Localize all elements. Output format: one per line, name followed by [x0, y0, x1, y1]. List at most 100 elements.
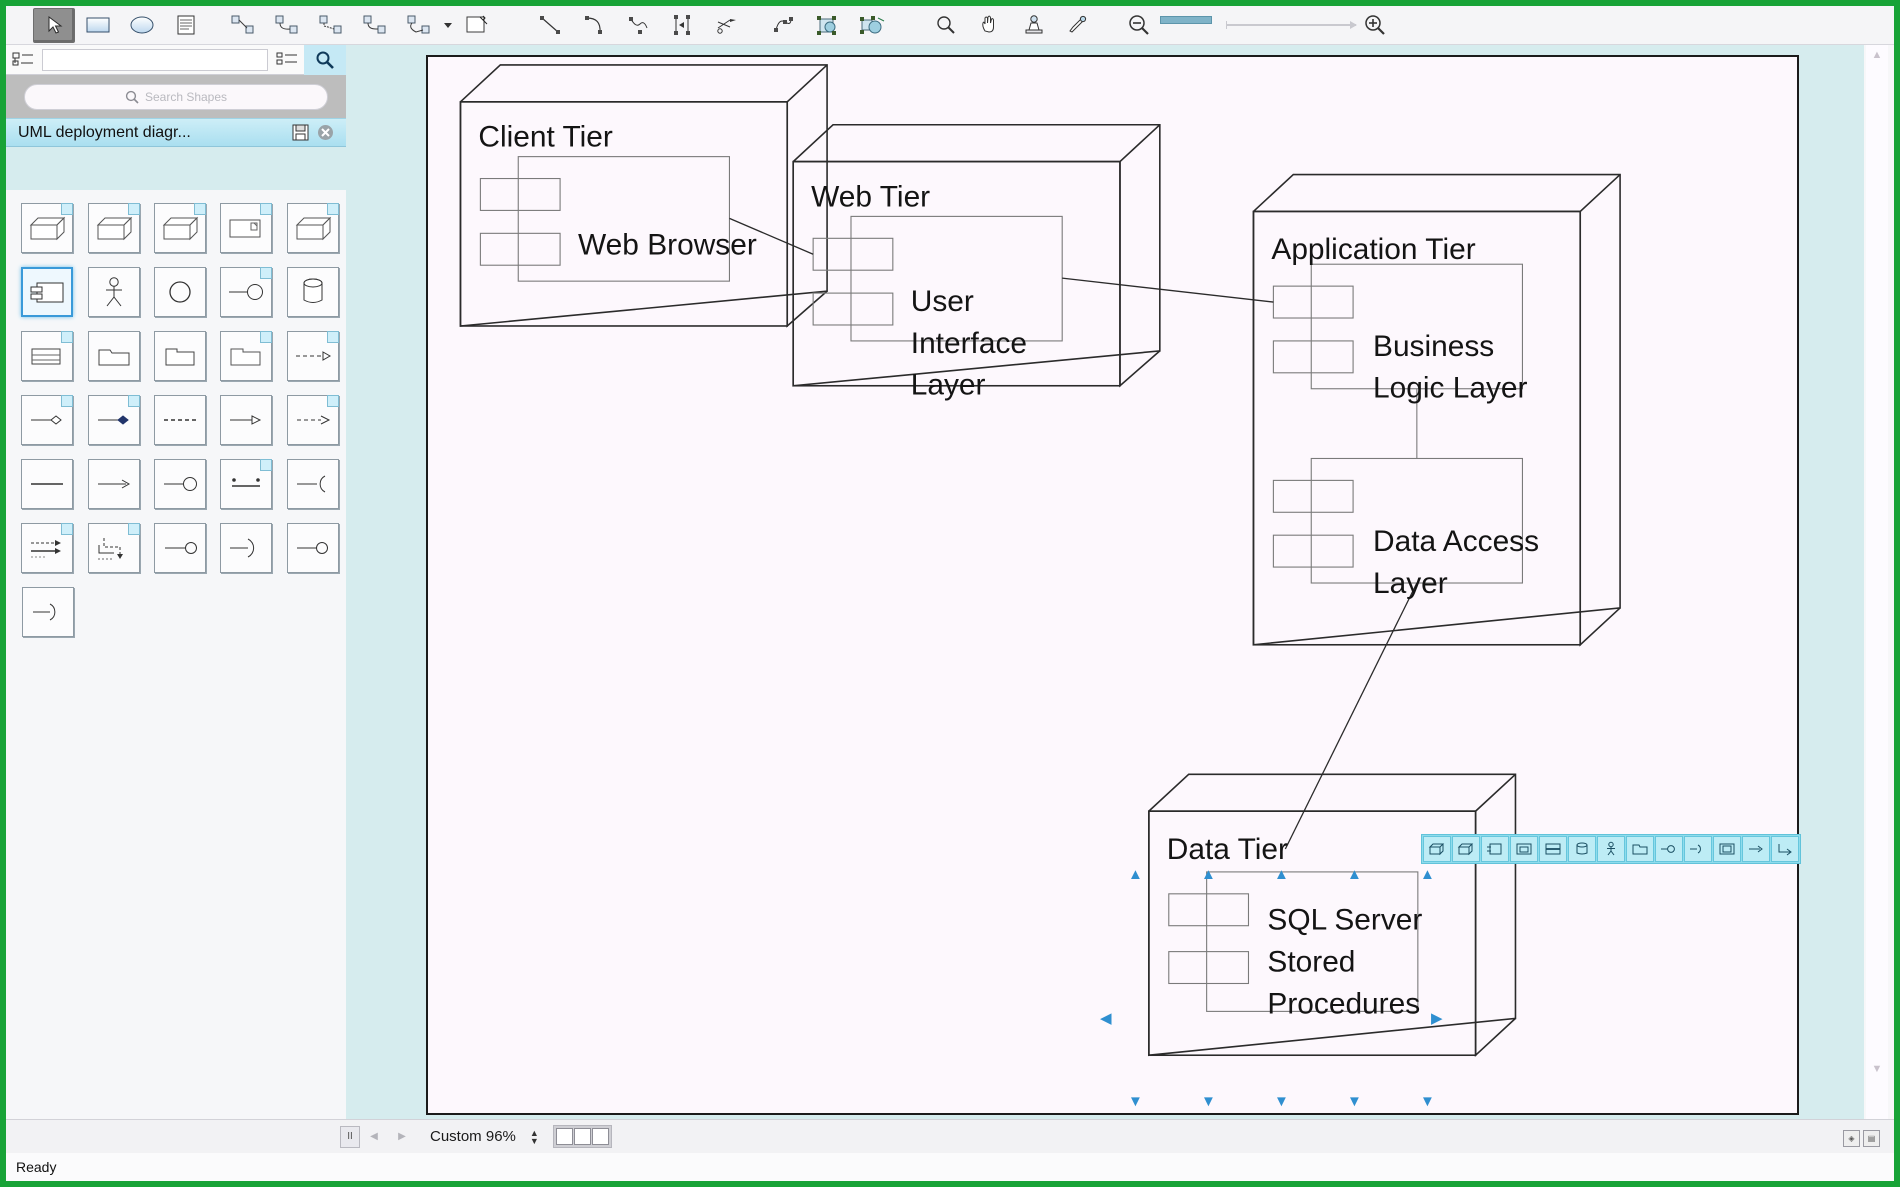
connection-point-top[interactable]: ▲	[1201, 866, 1216, 883]
directed-association-connector[interactable]	[87, 459, 140, 509]
canvas-viewport[interactable]: Client Tier Web Browser Web Tier User In…	[358, 45, 1864, 1119]
zoom-in-button[interactable]	[1362, 13, 1388, 37]
vertical-scrollbar[interactable]: ▲ ▼	[1866, 45, 1888, 1119]
artifact-shape[interactable]	[220, 331, 273, 381]
quick-elbow[interactable]	[1771, 836, 1799, 862]
routed-connector[interactable]	[87, 523, 140, 573]
zoom-tool[interactable]	[925, 8, 967, 43]
pause-button[interactable]: II	[340, 1125, 360, 1148]
multi-dashed-arrow-connector[interactable]	[21, 523, 74, 573]
node-instance-shape[interactable]	[21, 331, 74, 381]
single-page-view[interactable]	[555, 1128, 573, 1145]
interface-circle-shape[interactable]	[154, 267, 207, 317]
connection-point-bottom[interactable]: ▼	[1128, 1093, 1143, 1110]
crop-tool[interactable]	[807, 8, 849, 43]
connection-point-top[interactable]: ▲	[1347, 866, 1362, 883]
quick-socket[interactable]	[1684, 836, 1712, 862]
ball-connector[interactable]	[154, 459, 207, 509]
connection-point-top[interactable]: ▲	[1420, 866, 1435, 883]
grid-page-view[interactable]	[591, 1128, 609, 1145]
required-interface-connector[interactable]	[220, 523, 273, 573]
quick-actor[interactable]	[1597, 836, 1625, 862]
page-tools-icon[interactable]: ▤	[1863, 1130, 1880, 1147]
quick-arrow[interactable]	[1742, 836, 1770, 862]
connector-straight-tool[interactable]	[222, 8, 264, 43]
connection-point-bottom[interactable]: ▼	[1201, 1093, 1216, 1110]
quick-shape-toolbar[interactable]	[1421, 834, 1801, 864]
connection-point-bottom[interactable]: ▼	[1347, 1093, 1362, 1110]
required-interface-shape[interactable]	[22, 587, 74, 637]
search-icon[interactable]	[304, 44, 346, 75]
folder-shape[interactable]	[154, 331, 207, 381]
composition-connector[interactable]	[87, 395, 140, 445]
quick-artifact[interactable]	[1510, 836, 1538, 862]
arc-tool[interactable]	[574, 8, 616, 43]
quick-lollipop[interactable]	[1655, 836, 1683, 862]
generalization-connector[interactable]	[220, 395, 273, 445]
zoom-slider-fill[interactable]	[1160, 16, 1212, 24]
split-shape-tool[interactable]	[706, 8, 748, 43]
node-3d-shape[interactable]	[21, 203, 74, 253]
edit-points-tool[interactable]	[662, 8, 704, 43]
ellipse-tool[interactable]	[121, 8, 163, 43]
artifact-node-shape[interactable]	[220, 203, 273, 253]
line-tool[interactable]	[530, 8, 572, 43]
quick-stacked-bars[interactable]	[1539, 836, 1567, 862]
zoom-level-label[interactable]: Custom 96%	[430, 1128, 516, 1145]
quick-device-3d[interactable]	[1452, 836, 1480, 862]
connector-arc-tool[interactable]	[398, 8, 440, 43]
connection-point-left[interactable]: ◀	[1100, 1009, 1112, 1027]
two-page-view[interactable]	[573, 1128, 591, 1145]
connector-elbow-tool[interactable]	[354, 8, 396, 43]
bottom-right-controls[interactable]: ◈ ▤	[1843, 1130, 1880, 1147]
pan-tool[interactable]	[969, 8, 1011, 43]
provided-interface-shape[interactable]	[220, 267, 273, 317]
text-tool[interactable]	[165, 8, 207, 43]
connection-point-bottom[interactable]: ▼	[1420, 1093, 1435, 1110]
connection-point-top[interactable]: ▲	[1128, 866, 1143, 883]
connection-point-bottom[interactable]: ▼	[1274, 1093, 1289, 1110]
connector-style-dropdown[interactable]	[441, 22, 455, 29]
quick-database[interactable]	[1568, 836, 1596, 862]
scroll-up-icon[interactable]: ▲	[1869, 49, 1885, 65]
close-icon[interactable]	[317, 124, 334, 141]
page-view-buttons[interactable]	[552, 1125, 612, 1148]
search-input[interactable]: Search Shapes	[24, 83, 328, 110]
eyedropper-tool[interactable]	[1057, 8, 1099, 43]
association-connector[interactable]	[21, 459, 74, 509]
list-view-icon[interactable]	[270, 45, 304, 75]
dependency-connector[interactable]	[286, 395, 339, 445]
connection-point-top[interactable]: ▲	[1274, 866, 1289, 883]
socket-connector[interactable]	[154, 523, 207, 573]
execution-environment-shape[interactable]	[154, 203, 207, 253]
connection-point-right[interactable]: ▶	[1431, 1009, 1443, 1027]
next-page-button[interactable]: ▶	[388, 1131, 416, 1142]
rectangle-tool[interactable]	[77, 8, 119, 43]
connector-rounded-tool[interactable]	[310, 8, 352, 43]
zoom-slider-group[interactable]	[1126, 13, 1388, 37]
library-filter-input[interactable]	[42, 48, 268, 71]
quick-frame[interactable]	[1713, 836, 1741, 862]
quick-node-3d[interactable]	[1423, 836, 1451, 862]
save-icon[interactable]	[292, 124, 309, 141]
shape-edit-tool[interactable]	[851, 8, 893, 43]
device-3d-shape[interactable]	[87, 203, 140, 253]
actor-shape[interactable]	[87, 267, 140, 317]
bracket-connector[interactable]	[286, 459, 339, 509]
tree-view-icon[interactable]	[6, 45, 40, 75]
zoom-slider-track[interactable]	[1226, 21, 1357, 29]
library-title-bar[interactable]: UML deployment diagr...	[6, 118, 346, 147]
zoom-stepper[interactable]: ▲ ▼	[530, 1128, 539, 1145]
pointer-tool[interactable]	[33, 7, 75, 43]
quick-package[interactable]	[1626, 836, 1654, 862]
fit-page-icon[interactable]: ◈	[1843, 1130, 1860, 1147]
zoom-out-button[interactable]	[1126, 13, 1152, 37]
assembly-connector[interactable]	[220, 459, 273, 509]
stamp-tool[interactable]	[1013, 8, 1055, 43]
component-shape[interactable]	[21, 267, 74, 317]
package-shape[interactable]	[87, 331, 140, 381]
freeform-tool[interactable]	[618, 8, 660, 43]
insert-shape-tool[interactable]	[456, 8, 498, 43]
dependency-dashed-arrow[interactable]	[286, 331, 339, 381]
drawing-page[interactable]: Client Tier Web Browser Web Tier User In…	[426, 55, 1799, 1115]
